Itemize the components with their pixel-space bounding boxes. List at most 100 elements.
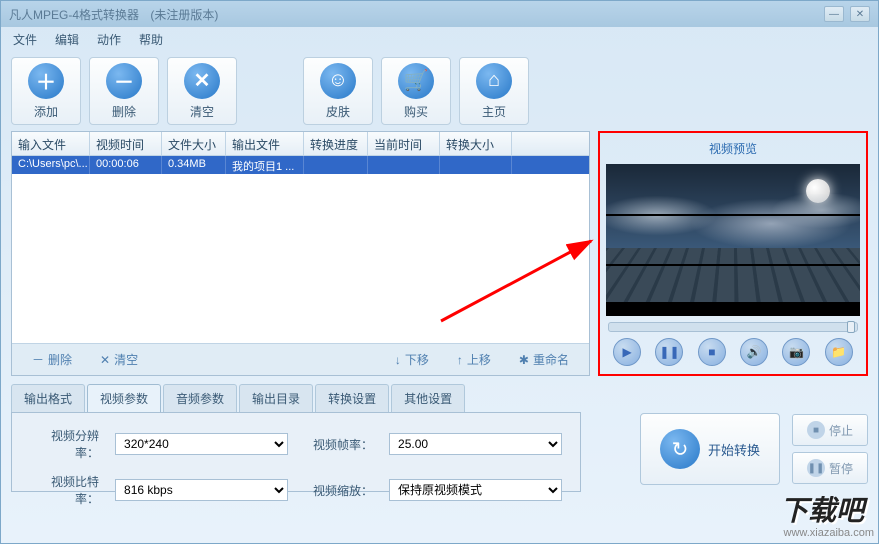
pause-button[interactable]: ❚❚ bbox=[655, 338, 683, 366]
tab-audio-params[interactable]: 音频参数 bbox=[163, 384, 237, 412]
watermark-url: www.xiazaiba.com bbox=[784, 527, 874, 539]
cell-output: 我的项目1 ... bbox=[226, 156, 304, 174]
remove-button[interactable]: － 删除 bbox=[89, 57, 159, 125]
bitrate-select[interactable]: 816 kbps bbox=[115, 479, 288, 501]
th-time[interactable]: 视频时间 bbox=[90, 132, 162, 155]
table-row[interactable]: C:\Users\pc\... 00:00:06 0.34MB 我的项目1 ..… bbox=[12, 156, 589, 174]
tt-rename-button[interactable]: ✱重命名 bbox=[519, 351, 569, 368]
tab-output-format[interactable]: 输出格式 bbox=[11, 384, 85, 412]
x-icon: ✕ bbox=[184, 63, 220, 99]
pause-icon: ❚❚ bbox=[807, 459, 825, 477]
folder-icon: 📁 bbox=[831, 345, 846, 359]
preview-video[interactable] bbox=[606, 164, 860, 316]
start-convert-button[interactable]: ↻ 开始转换 bbox=[640, 413, 780, 485]
menu-file[interactable]: 文件 bbox=[13, 31, 37, 48]
arrow-down-icon: ↓ bbox=[395, 353, 401, 367]
table-header: 输入文件 视频时间 文件大小 输出文件 转换进度 当前时间 转换大小 bbox=[12, 132, 589, 156]
app-title: 凡人MPEG-4格式转换器 bbox=[9, 8, 139, 22]
tab-video-params[interactable]: 视频参数 bbox=[87, 384, 161, 412]
menubar: 文件 编辑 动作 帮助 bbox=[1, 27, 878, 51]
stop-icon: ■ bbox=[807, 421, 825, 439]
resolution-label: 视频分辨率： bbox=[30, 427, 99, 461]
tt-clear-button[interactable]: ✕清空 bbox=[100, 351, 138, 368]
plus-icon: ＋ bbox=[28, 63, 64, 99]
stop-icon: ■ bbox=[708, 345, 715, 359]
minimize-button[interactable]: — bbox=[824, 6, 844, 22]
pause-icon: ❚❚ bbox=[659, 345, 679, 359]
file-table: 输入文件 视频时间 文件大小 输出文件 转换进度 当前时间 转换大小 C:\Us… bbox=[11, 131, 590, 376]
buy-button[interactable]: 🛒 购买 bbox=[381, 57, 451, 125]
smile-icon: ☺ bbox=[320, 63, 356, 99]
th-input[interactable]: 输入文件 bbox=[12, 132, 90, 155]
tab-other-settings[interactable]: 其他设置 bbox=[391, 384, 465, 412]
buy-label: 购买 bbox=[404, 103, 428, 120]
fps-select[interactable]: 25.00 bbox=[389, 433, 562, 455]
table-toolbar: －删除 ✕清空 ↓下移 ↑上移 ✱重命名 bbox=[12, 343, 589, 375]
home-icon: ⌂ bbox=[476, 63, 512, 99]
slider-thumb[interactable] bbox=[847, 321, 855, 333]
close-button[interactable]: ✕ bbox=[850, 6, 870, 22]
arrow-up-icon: ↑ bbox=[457, 353, 463, 367]
zoom-select[interactable]: 保持原视频模式 bbox=[389, 479, 562, 501]
add-label: 添加 bbox=[34, 103, 58, 120]
cell-convsize bbox=[440, 156, 512, 174]
clear-label: 清空 bbox=[190, 103, 214, 120]
stop-convert-button[interactable]: ■ 停止 bbox=[792, 414, 868, 446]
settings-tabs: 输出格式 视频参数 音频参数 输出目录 转换设置 其他设置 bbox=[11, 384, 868, 412]
volume-icon: 🔊 bbox=[747, 345, 762, 359]
th-progress[interactable]: 转换进度 bbox=[304, 132, 368, 155]
pause-convert-button[interactable]: ❚❚ 暂停 bbox=[792, 452, 868, 484]
clear-button[interactable]: ✕ 清空 bbox=[167, 57, 237, 125]
skin-label: 皮肤 bbox=[326, 103, 350, 120]
open-folder-button[interactable]: 📁 bbox=[825, 338, 853, 366]
menu-edit[interactable]: 编辑 bbox=[55, 31, 79, 48]
tab-output-dir[interactable]: 输出目录 bbox=[239, 384, 313, 412]
volume-button[interactable]: 🔊 bbox=[740, 338, 768, 366]
resolution-select[interactable]: 320*240 bbox=[115, 433, 288, 455]
action-panel: ↻ 开始转换 ■ 停止 ❚❚ 暂停 bbox=[640, 413, 868, 485]
preview-controls: ▶ ❚❚ ■ 🔊 📷 📁 bbox=[604, 334, 862, 370]
x-icon: ✕ bbox=[100, 353, 110, 367]
tab-convert-settings[interactable]: 转换设置 bbox=[315, 384, 389, 412]
cell-size: 0.34MB bbox=[162, 156, 226, 174]
th-curtime[interactable]: 当前时间 bbox=[368, 132, 440, 155]
menu-action[interactable]: 动作 bbox=[97, 31, 121, 48]
play-icon: ▶ bbox=[623, 345, 632, 359]
preview-slider[interactable] bbox=[608, 322, 858, 332]
cell-time: 00:00:06 bbox=[90, 156, 162, 174]
watermark-logo: 下载吧 bbox=[780, 489, 864, 529]
reg-status: (未注册版本) bbox=[150, 8, 218, 22]
refresh-icon: ↻ bbox=[660, 429, 700, 469]
play-button[interactable]: ▶ bbox=[613, 338, 641, 366]
zoom-label: 视频缩放： bbox=[304, 482, 373, 499]
start-label: 开始转换 bbox=[708, 440, 760, 459]
tt-up-button[interactable]: ↑上移 bbox=[457, 351, 491, 368]
cell-input: C:\Users\pc\... bbox=[12, 156, 90, 174]
cell-curtime bbox=[368, 156, 440, 174]
gear-icon: ✱ bbox=[519, 353, 529, 367]
stop-button[interactable]: ■ bbox=[698, 338, 726, 366]
menu-help[interactable]: 帮助 bbox=[139, 31, 163, 48]
minus-icon: － bbox=[32, 351, 44, 368]
tab-content: 视频分辨率： 320*240 视频帧率： 25.00 视频比特率： 816 kb… bbox=[11, 412, 581, 492]
th-convsize[interactable]: 转换大小 bbox=[440, 132, 512, 155]
cart-icon: 🛒 bbox=[398, 63, 434, 99]
minus-icon: － bbox=[106, 63, 142, 99]
pause-label: 暂停 bbox=[829, 460, 853, 477]
add-button[interactable]: ＋ 添加 bbox=[11, 57, 81, 125]
skin-button[interactable]: ☺ 皮肤 bbox=[303, 57, 373, 125]
cell-progress bbox=[304, 156, 368, 174]
tt-delete-button[interactable]: －删除 bbox=[32, 351, 72, 368]
home-label: 主页 bbox=[482, 103, 506, 120]
snapshot-button[interactable]: 📷 bbox=[782, 338, 810, 366]
preview-title: 视频预览 bbox=[604, 137, 862, 160]
home-button[interactable]: ⌂ 主页 bbox=[459, 57, 529, 125]
main-toolbar: ＋ 添加 － 删除 ✕ 清空 ☺ 皮肤 🛒 购买 ⌂ 主页 bbox=[1, 51, 878, 131]
remove-label: 删除 bbox=[112, 103, 136, 120]
tt-down-button[interactable]: ↓下移 bbox=[395, 351, 429, 368]
th-output[interactable]: 输出文件 bbox=[226, 132, 304, 155]
stop-label: 停止 bbox=[829, 422, 853, 439]
th-size[interactable]: 文件大小 bbox=[162, 132, 226, 155]
video-preview-panel: 视频预览 ▶ ❚❚ ■ 🔊 📷 📁 bbox=[598, 131, 868, 376]
fps-label: 视频帧率： bbox=[304, 436, 373, 453]
